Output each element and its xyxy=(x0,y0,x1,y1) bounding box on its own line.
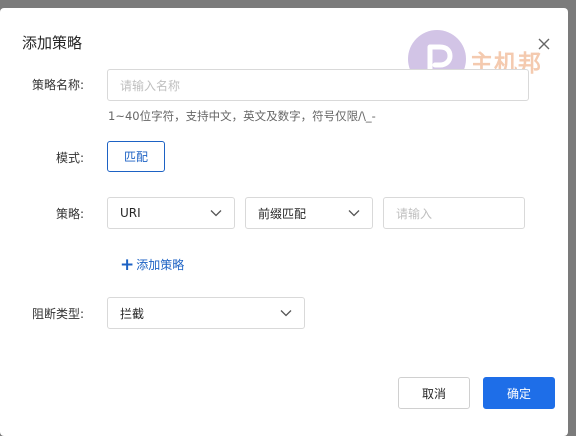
policy-name-hint: 1~40位字符，支持中文，英文及数字，符号仅限/\_- xyxy=(108,109,376,123)
block-type-value: 拦截 xyxy=(120,306,145,321)
policy-match-select[interactable]: 前缀匹配 xyxy=(245,197,373,229)
policy-label: 策略: xyxy=(55,207,84,221)
chevron-down-icon xyxy=(280,310,292,317)
chevron-down-icon xyxy=(348,210,360,217)
plus-icon: + xyxy=(120,254,135,275)
policy-value-placeholder: 请输入 xyxy=(396,206,433,221)
policy-match-value: 前缀匹配 xyxy=(258,206,307,221)
policy-field-select[interactable]: URI xyxy=(107,197,235,229)
add-policy-label: 添加策略 xyxy=(136,258,185,272)
add-policy-dialog: 添加策略 主机邦 策略名称: 请输入名称 1~40位字符，支持中文，英文及数字，… xyxy=(0,8,568,436)
policy-name-input[interactable]: 请输入名称 xyxy=(107,69,529,101)
add-policy-link[interactable]: + 添加策略 xyxy=(120,256,184,273)
mode-match-button[interactable]: 匹配 xyxy=(107,141,165,172)
policy-value-input[interactable]: 请输入 xyxy=(383,197,525,229)
policy-name-placeholder: 请输入名称 xyxy=(120,78,181,93)
policy-name-label: 策略名称: xyxy=(31,78,84,92)
block-type-select[interactable]: 拦截 xyxy=(107,297,305,329)
close-icon[interactable] xyxy=(537,36,551,50)
mode-label: 模式: xyxy=(55,151,84,165)
block-type-label: 阻断类型: xyxy=(31,307,84,321)
confirm-button[interactable]: 确定 xyxy=(483,377,555,409)
cancel-button[interactable]: 取消 xyxy=(398,377,470,409)
chevron-down-icon xyxy=(210,210,222,217)
dialog-title: 添加策略 xyxy=(22,34,83,52)
policy-field-value: URI xyxy=(120,206,141,220)
